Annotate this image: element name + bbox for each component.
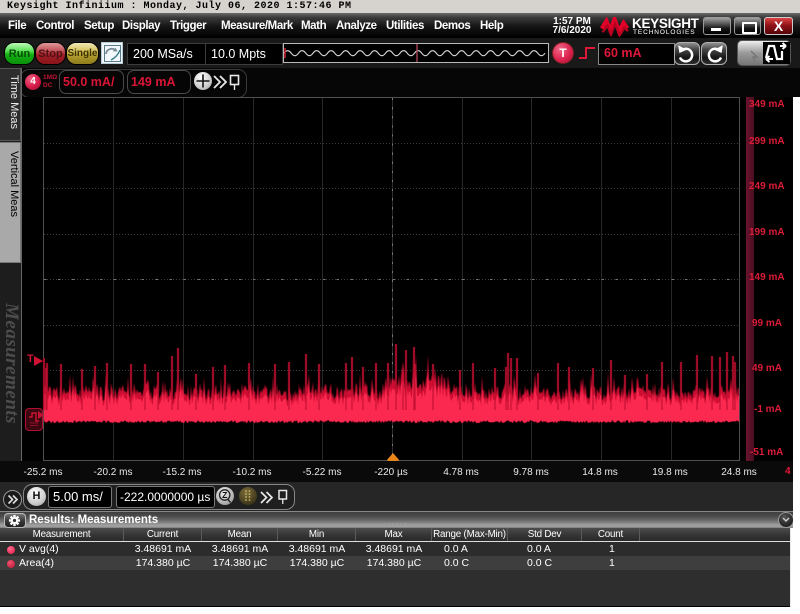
svg-text:Z: Z xyxy=(222,490,227,500)
